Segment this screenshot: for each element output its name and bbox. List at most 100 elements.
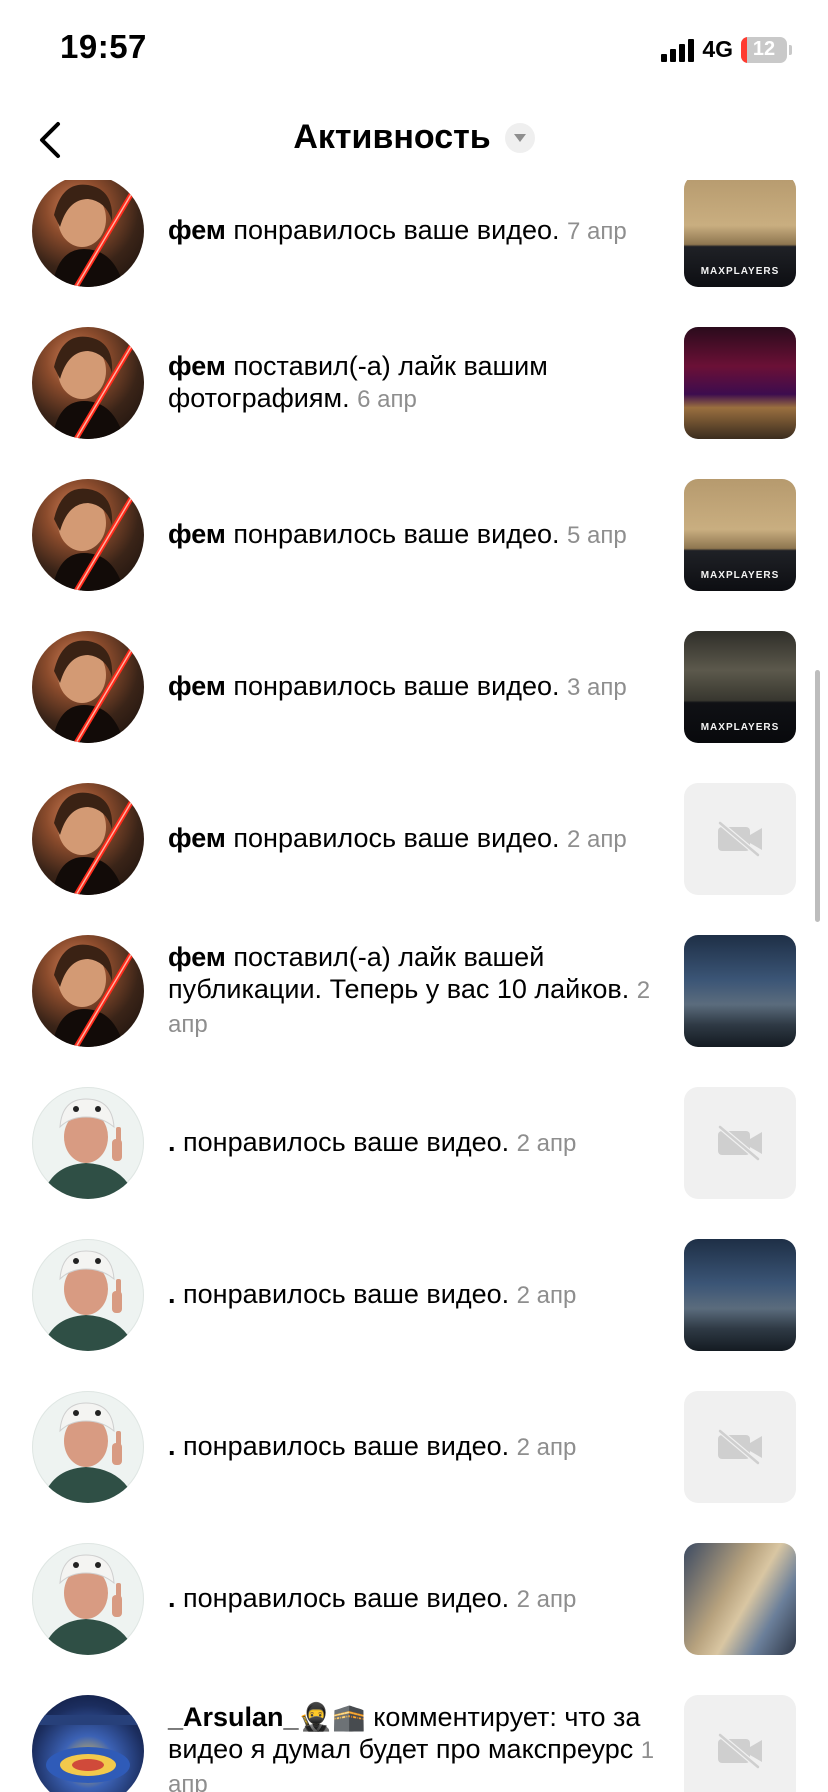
video-off-icon [718,821,762,857]
activity-username[interactable]: фем [168,215,226,245]
media-thumbnail[interactable] [684,1239,796,1351]
activity-item[interactable]: . понравилось ваше видео. 2 апр [0,1067,828,1219]
activity-text: . понравилось ваше видео. 2 апр [168,1067,664,1219]
avatar[interactable] [32,180,144,287]
activity-username[interactable]: . [168,1431,176,1461]
activity-item[interactable]: . понравилось ваше видео. 2 апр [0,1523,828,1675]
video-placeholder-thumbnail[interactable] [684,1087,796,1199]
page-title: Активность [293,118,491,156]
activity-message: . понравилось ваше видео. 2 апр [168,1582,576,1616]
video-off-icon [718,1733,762,1769]
activity-item[interactable]: фем понравилось ваше видео. 2 апр [0,763,828,915]
avatar-portrait-graphic [52,184,135,287]
activity-username[interactable]: _Arsulan_🥷🕋 [168,1702,366,1732]
activity-item[interactable]: фем понравилось ваше видео. 7 апр MAXPLAY… [0,180,828,307]
activity-item[interactable]: фем понравилось ваше видео. 5 апр MAXPLAY… [0,459,828,611]
activity-date: 2 апр [567,826,627,853]
activity-text: фем понравилось ваше видео. 3 апр [168,611,664,763]
media-thumbnail[interactable] [684,935,796,1047]
activity-message: . понравилось ваше видео. 2 апр [168,1278,576,1312]
activity-item[interactable]: . понравилось ваше видео. 2 апр [0,1371,828,1523]
media-thumbnail[interactable] [684,1543,796,1655]
activity-item[interactable]: _Arsulan_🥷🕋 комментирует: что за видео я… [0,1675,828,1792]
activity-action: понравилось ваше видео. [175,1279,510,1309]
title-selector[interactable]: Активность [0,118,828,157]
media-thumbnail[interactable]: MAXPLAYERS [684,631,796,743]
avatar[interactable] [32,1239,144,1351]
avatar-portrait-graphic [52,792,135,895]
avatar[interactable] [32,1391,144,1503]
activity-date: 7 апр [567,218,627,245]
activity-message: фем понравилось ваше видео. 7 апр [168,214,627,248]
video-off-icon [718,1125,762,1161]
activity-item[interactable]: фем поставил(-а) лайк вашим фотографиям.… [0,307,828,459]
avatar[interactable] [32,1695,144,1792]
avatar[interactable] [32,1087,144,1199]
activity-text: _Arsulan_🥷🕋 комментирует: что за видео я… [168,1675,664,1792]
status-time: 19:57 [60,28,147,65]
activity-text: фем понравилось ваше видео. 2 апр [168,763,664,915]
activity-text: фем понравилось ваше видео. 7 апр [168,180,664,307]
video-placeholder-thumbnail[interactable] [684,783,796,895]
battery-fill [741,36,747,63]
activity-item[interactable]: фем поставил(-а) лайк вашей публикации. … [0,915,828,1067]
media-thumbnail[interactable] [684,327,796,439]
activity-username[interactable]: . [168,1583,176,1613]
activity-username[interactable]: фем [168,942,226,972]
cellular-signal-icon [661,38,695,62]
activity-feed[interactable]: фем понравилось ваше видео. 7 апр MAXPLAY… [0,180,828,1792]
avatar[interactable] [32,783,144,895]
activity-message: . понравилось ваше видео. 2 апр [168,1430,576,1464]
activity-action: понравилось ваше видео. [225,519,560,549]
thumbnail-logo-text: MAXPLAYERS [700,570,780,581]
media-thumbnail[interactable]: MAXPLAYERS [684,479,796,591]
avatar[interactable] [32,327,144,439]
activity-text: . понравилось ваше видео. 2 апр [168,1219,664,1371]
activity-action: понравилось ваше видео. [175,1431,510,1461]
status-indicators: 4G 12 [661,36,792,63]
avatar[interactable] [32,1543,144,1655]
activity-date: 2 апр [516,1130,577,1157]
activity-date: 3 апр [567,674,627,701]
activity-username[interactable]: фем [168,519,226,549]
avatar[interactable] [32,631,144,743]
activity-message: . понравилось ваше видео. 2 апр [168,1126,576,1160]
video-placeholder-thumbnail[interactable] [684,1391,796,1503]
video-placeholder-thumbnail[interactable] [684,1695,796,1792]
activity-action: понравилось ваше видео. [225,823,560,853]
activity-item[interactable]: фем понравилось ваше видео. 3 апр MAXPLAY… [0,611,828,763]
activity-username[interactable]: . [168,1279,176,1309]
thumbnail-logo-text: MAXPLAYERS [700,722,780,733]
scrollbar[interactable] [815,670,820,922]
video-off-icon [718,1429,762,1465]
battery-tip [789,44,792,55]
activity-username[interactable]: фем [168,671,226,701]
avatar[interactable] [32,935,144,1047]
activity-text: фем поставил(-а) лайк вашим фотографиям.… [168,307,664,459]
media-thumbnail[interactable]: MAXPLAYERS [684,180,796,287]
avatar-portrait-graphic [42,1250,136,1351]
activity-message: фем поставил(-а) лайк вашим фотографиям.… [168,350,664,416]
avatar[interactable] [32,479,144,591]
activity-item[interactable]: . понравилось ваше видео. 2 апр [0,1219,828,1371]
activity-text: фем поставил(-а) лайк вашей публикации. … [168,915,664,1067]
avatar-portrait-graphic [52,336,135,439]
activity-date: 6 апр [357,386,417,413]
activity-message: фем поставил(-а) лайк вашей публикации. … [168,941,664,1041]
dropdown-button[interactable] [504,122,535,153]
activity-action: понравилось ваше видео. [175,1583,510,1613]
activity-date: 2 апр [516,1434,577,1461]
avatar-portrait-graphic [52,488,135,591]
avatar-portrait-graphic [52,944,135,1047]
activity-username[interactable]: фем [168,823,226,853]
caret-down-icon [513,133,526,142]
activity-username[interactable]: . [168,1127,176,1157]
avatar-portrait-graphic [42,1554,136,1655]
activity-message: _Arsulan_🥷🕋 комментирует: что за видео я… [168,1701,664,1792]
activity-message: фем понравилось ваше видео. 3 апр [168,670,627,704]
status-bar: 19:57 4G 12 [0,0,828,100]
activity-username[interactable]: фем [168,351,226,381]
activity-action: понравилось ваше видео. [175,1127,510,1157]
activity-action: понравилось ваше видео. [225,215,560,245]
activity-date: 5 апр [567,522,627,549]
